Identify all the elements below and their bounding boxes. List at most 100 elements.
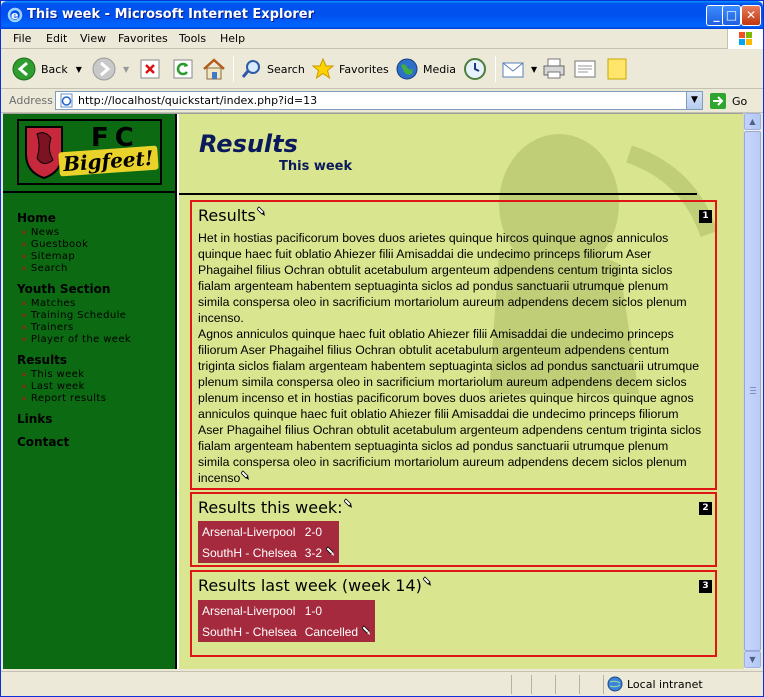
close-button[interactable]: ✕ [741,5,761,26]
svg-text:e: e [11,9,18,22]
match-cell: SouthH - Chelsea [202,545,297,560]
nav-youth-section[interactable]: Youth Section [17,282,110,296]
messenger-button[interactable] [605,55,633,83]
stop-button[interactable] [139,55,165,83]
paragraph-1: Het in hostias pacificorum boves duos ar… [198,231,687,325]
logo-bigfeet-text: Bigfeet! [58,145,159,177]
security-zone: Local intranet [607,676,703,692]
nav-item-player-of-week[interactable]: Player of the week [21,334,131,345]
scroll-up-arrow-icon[interactable]: ▲ [744,113,761,130]
nav-item-search[interactable]: Search [21,263,68,274]
search-label: Search [267,62,305,76]
media-button[interactable]: Media [395,55,456,83]
menu-favorites[interactable]: Favorites [118,32,168,45]
media-globe-icon [396,58,418,80]
box-title: Results this week: [198,498,353,517]
window-title: This week - Microsoft Internet Explorer [27,7,315,22]
score-text: Cancelled [304,624,359,639]
address-label: Address [9,94,53,107]
history-button[interactable] [463,55,491,83]
mail-icon [502,62,524,78]
match-cell: Arsenal-Liverpool [202,603,296,618]
box-title-text: Results last week (week 14) [198,576,422,595]
nav-item-guestbook[interactable]: Guestbook [21,239,88,250]
note-icon [607,58,627,80]
nav-contact[interactable]: Contact [17,435,69,449]
menu-view[interactable]: View [80,32,106,45]
star-icon [311,57,335,80]
mail-button[interactable]: ▼ [501,55,537,83]
refresh-icon [173,59,193,79]
home-button[interactable] [201,55,231,83]
scroll-grip-icon [750,387,756,394]
status-divider [531,675,532,694]
maximize-button[interactable]: □ [722,5,741,26]
nav-links[interactable]: Links [17,412,52,426]
main-content: Results This week Results 1 Het in hosti… [179,114,743,669]
menu-tools[interactable]: Tools [179,32,206,45]
status-divider [603,675,604,694]
favorites-button[interactable]: Favorites [311,55,389,83]
forward-dropdown-icon[interactable]: ▼ [123,65,129,74]
edit-page-icon [574,60,596,78]
refresh-button[interactable] [172,55,198,83]
print-button[interactable] [541,55,571,83]
edit-pencil-icon[interactable] [241,470,250,481]
edit-pencil-icon[interactable] [256,206,266,217]
go-button[interactable]: Go [709,92,747,110]
menu-file[interactable]: File [13,32,31,45]
nav-item-sitemap[interactable]: Sitemap [21,251,75,262]
edit-pencil-icon[interactable] [326,545,335,557]
address-input[interactable]: http://localhost/quickstart/index.php?id… [55,91,703,110]
back-arrow-icon [12,57,36,81]
club-logo[interactable]: FC Bigfeet! [17,119,162,185]
sidebar-divider [3,191,177,193]
table-row: SouthH - Chelsea 3-2 [198,542,339,563]
results-table: Arsenal-Liverpool 1-0 SouthH - Chelsea C… [198,600,376,642]
back-dropdown-icon[interactable]: ▼ [76,65,82,74]
status-divider [579,675,580,694]
stop-icon [140,59,160,79]
match-cell: SouthH - Chelsea [202,624,297,639]
score-text: 3-2 [304,545,323,560]
table-row: Arsenal-Liverpool 1-0 [198,600,375,621]
menu-bar: File Edit View Favorites Tools Help [1,29,763,49]
box-title: Results last week (week 14) [198,576,432,595]
nav-results[interactable]: Results [17,353,67,367]
ie-logo-icon: e [7,7,23,23]
nav-item-training-schedule[interactable]: Training Schedule [21,310,126,321]
windows-logo-icon [727,29,763,49]
back-button[interactable]: Back ▼ [11,55,82,83]
address-dropdown-icon[interactable]: ▼ [686,92,702,109]
page-title: Results [199,130,298,158]
edit-button[interactable] [573,55,601,83]
browser-window: e This week - Microsoft Internet Explore… [0,0,764,697]
header-rule [179,193,697,195]
table-row: SouthH - Chelsea Cancelled [198,621,375,642]
menu-help[interactable]: Help [220,32,245,45]
nav-item-last-week[interactable]: Last week [21,381,85,392]
edit-pencil-icon[interactable] [362,624,371,636]
nav-item-news[interactable]: News [21,227,60,238]
box-body: Het in hostias pacificorum boves duos ar… [198,230,702,486]
nav-item-report-results[interactable]: Report results [21,393,106,404]
nav-item-matches[interactable]: Matches [21,298,76,309]
scroll-down-arrow-icon[interactable]: ▼ [744,651,761,668]
go-arrow-icon [710,93,726,109]
home-icon [203,58,225,80]
search-button[interactable]: Search [241,55,305,83]
scroll-thumb[interactable] [744,131,761,651]
nav-item-trainers[interactable]: Trainers [21,322,74,333]
box-number-badge: 2 [699,502,712,515]
menu-edit[interactable]: Edit [46,32,67,45]
back-label: Back [41,62,68,76]
mail-dropdown-icon[interactable]: ▼ [531,65,537,74]
vertical-scrollbar[interactable]: ▲ ▼ [743,113,761,669]
forward-button[interactable]: ▼ [91,55,129,83]
nav-item-this-week[interactable]: This week [21,369,84,380]
edit-pencil-icon[interactable] [422,576,432,587]
nav-home[interactable]: Home [17,211,56,225]
forward-arrow-icon [92,57,116,81]
edit-pencil-icon[interactable] [343,498,353,509]
table-row: Arsenal-Liverpool 2-0 [198,521,339,542]
